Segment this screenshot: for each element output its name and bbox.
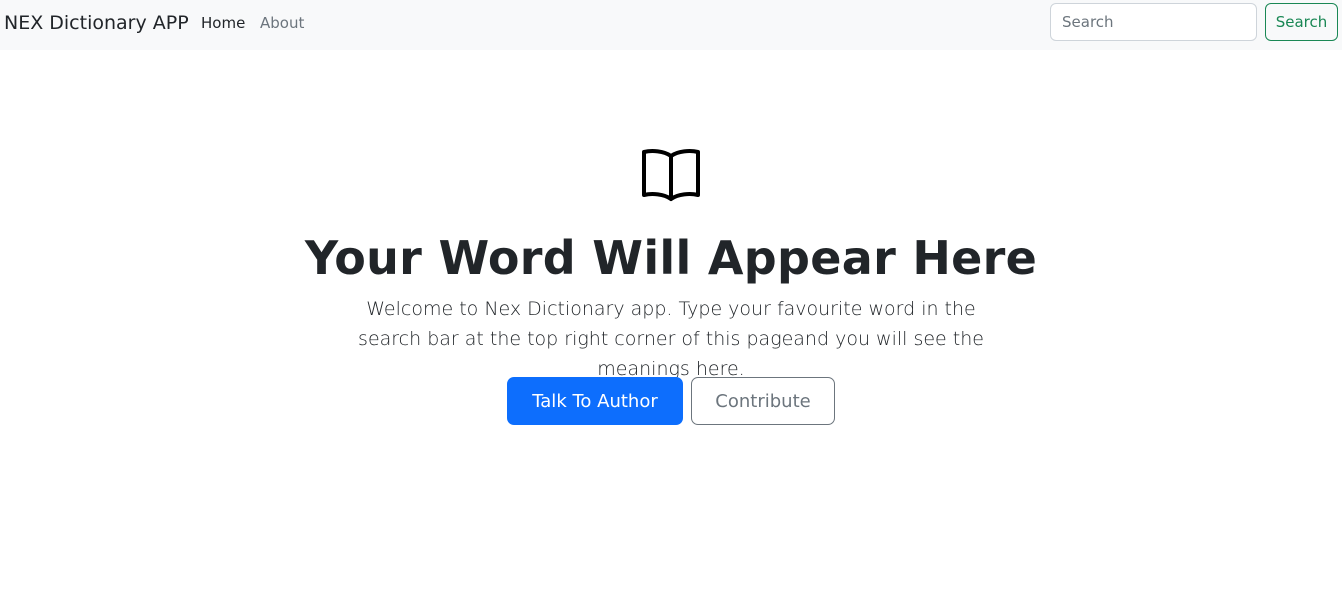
hero-description: Welcome to Nex Dictionary app. Type your… <box>358 298 984 380</box>
search-input[interactable] <box>1050 3 1257 41</box>
book-icon <box>642 149 700 201</box>
page-title: Your Word Will Appear Here <box>304 231 1038 285</box>
nav-link-home[interactable]: Home <box>201 13 245 33</box>
nav-link-about[interactable]: About <box>260 13 304 33</box>
talk-to-author-button[interactable]: Talk To Author <box>507 377 683 425</box>
search-button[interactable]: Search <box>1265 3 1338 41</box>
brand-logo-link[interactable]: NEX Dictionary APP <box>4 11 189 35</box>
top-navbar: NEX Dictionary APP Home About Search <box>0 0 1342 50</box>
contribute-button[interactable]: Contribute <box>691 377 835 425</box>
